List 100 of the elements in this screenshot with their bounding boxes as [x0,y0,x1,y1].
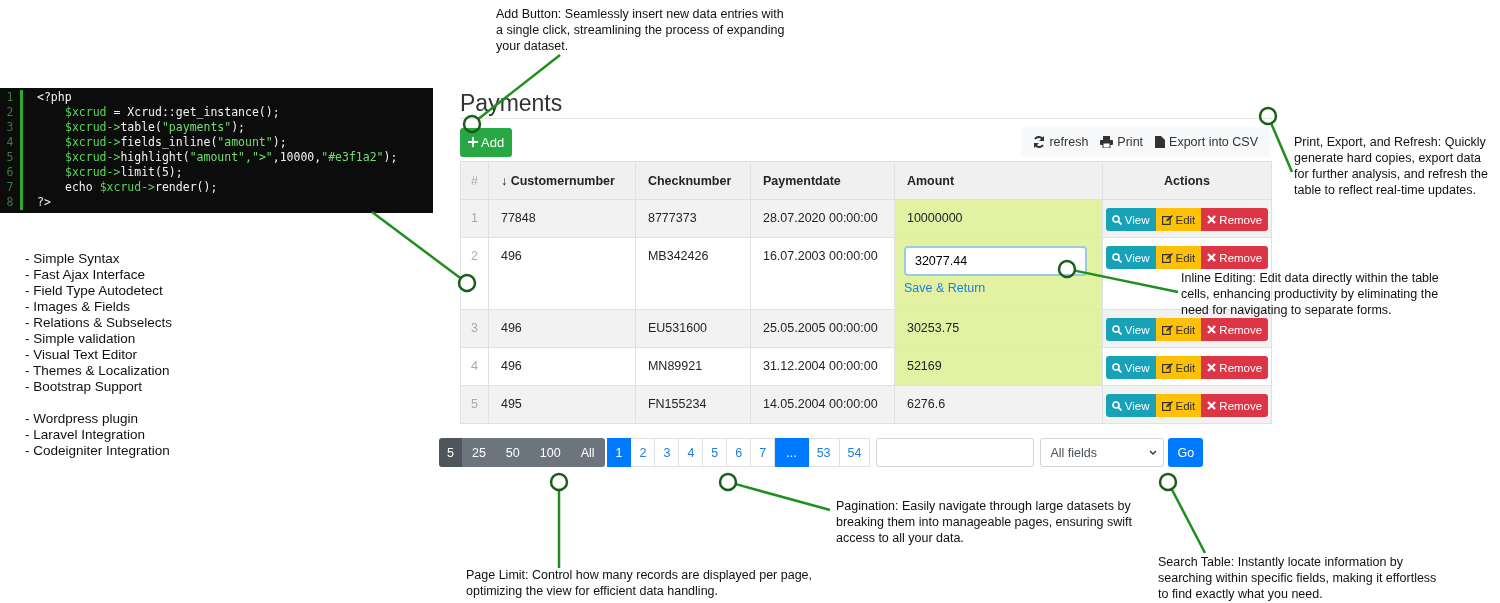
table-cell: 28.07.2020 00:00:00 [750,199,895,238]
refresh-icon [1033,136,1046,148]
save-link[interactable]: Save & Return [903,279,1090,297]
page-button[interactable]: 6 [727,438,752,467]
column-header[interactable]: ↓ Customernumber [488,161,636,200]
feature-item: - Field Type Autodetect [25,283,164,299]
column-header: Checknumber [635,161,751,200]
line-number: 2 [0,105,23,120]
edit-icon [1161,362,1173,373]
page-button[interactable]: 7 [751,438,776,467]
remove-button[interactable]: Remove [1201,208,1269,231]
go-button[interactable]: Go [1168,438,1204,467]
line-number: 8 [0,195,23,210]
search-icon [1111,214,1122,225]
code-line: <?php [37,90,72,105]
search-field[interactable] [876,438,1035,467]
table-cell: MN89921 [635,347,751,386]
feature-item: - Themes & Localization [25,363,171,379]
edit-icon [1161,252,1173,263]
annotation-text: Pagination: Easily navigate through large datasets by breaking them into manageable pages, ensuring swift access to all your data. [836,498,1133,546]
toolbar-button[interactable]: Export into CSV [1149,135,1264,149]
column-header: Paymentdate [750,161,895,200]
page-button[interactable]: 54 [839,438,871,467]
annotation-text: Add Button: Seamlessly insert new data entries with a single click, streamlining the process of expanding your dataset. [496,6,786,54]
close-icon [1207,215,1217,224]
page-limit-button[interactable]: 50 [495,438,530,467]
page-limit-button[interactable]: 5 [439,438,462,467]
feature-item: - Fast Ajax Interface [25,267,147,283]
page-button[interactable]: 3 [655,438,680,467]
table-cell: 25.05.2005 00:00:00 [750,309,895,348]
code-line: $xcrud->highlight("amount",">",10000,"#e3f1a2"); [64,150,398,165]
code-line: $xcrud->limit(5); [64,165,183,180]
line-number: 4 [0,135,23,150]
page-button[interactable]: 2 [631,438,656,467]
file-icon [1155,136,1166,148]
edit-button[interactable]: Edit [1155,394,1202,417]
table-cell: 8777373 [635,199,751,238]
edit-button[interactable]: Edit [1155,246,1202,269]
edit-button[interactable]: Edit [1155,356,1202,379]
page-limit-button[interactable]: 100 [529,438,571,467]
table-cell: 31.12.2004 00:00:00 [750,347,895,386]
page-button[interactable]: ... [775,438,809,467]
plus-icon [468,137,478,147]
page-limit-button[interactable]: All [570,438,605,467]
edit-button[interactable]: Edit [1155,208,1202,231]
edit-icon [1161,400,1173,411]
table-cell: 10000000 [894,199,1103,238]
leader-line [1258,106,1294,173]
view-button[interactable]: View [1105,318,1156,341]
table-cell: EU531600 [635,309,751,348]
close-icon [1207,325,1217,334]
line-number: 3 [0,120,23,135]
page-button[interactable]: 1 [606,438,632,467]
edit-button[interactable]: Edit [1155,318,1202,341]
search-icon [1111,362,1122,373]
table-cell: 16.07.2003 00:00:00 [750,237,895,310]
annotation-text: Page Limit: Control how many records are displayed per page, optimizing the view for efficient data handling. [466,567,813,599]
line-number: 1 [0,90,23,105]
feature-item: - Codeigniter Integration [25,443,171,459]
feature-item: - Simple Syntax [25,251,121,267]
page-button[interactable]: 53 [808,438,840,467]
view-button[interactable]: View [1105,246,1156,269]
page-button[interactable]: 4 [679,438,704,467]
feature-item: - Wordpress plugin [25,411,140,427]
remove-button[interactable]: Remove [1201,394,1269,417]
view-button[interactable]: View [1105,394,1156,417]
view-button[interactable]: View [1105,356,1156,379]
column-header: Actions [1102,161,1272,200]
feature-item: - Simple validation [25,331,137,347]
table-cell: 5 [460,385,489,424]
search-icon [1111,252,1122,263]
field-select[interactable]: All fields [1040,438,1165,467]
code-line: $xcrud = Xcrud::get_instance(); [64,105,280,120]
table-cell: 14.05.2004 00:00:00 [750,385,895,424]
remove-button[interactable]: Remove [1201,318,1269,341]
search-icon [1111,400,1122,411]
remove-button[interactable]: Remove [1201,246,1269,269]
annotation-text: Inline Editing: Edit data directly within the table cells, enhancing productivity by eliminating the need for navigating to separate forms. [1181,270,1440,318]
table-cell: FN155234 [635,385,751,424]
table-cell: 3 [460,309,489,348]
table-cell: 496 [488,347,636,386]
amount-input[interactable]: 32077.44 [903,246,1087,276]
column-header: Amount [894,161,1103,200]
view-button[interactable]: View [1105,208,1156,231]
page-button[interactable]: 5 [703,438,728,467]
toolbar-button[interactable]: refresh [1027,135,1095,149]
add-button[interactable]: Add [460,127,513,157]
line-number: 5 [0,150,23,165]
toolbar-button[interactable]: Print [1094,135,1150,149]
close-icon [1207,253,1217,262]
table-cell: 6276.6 [894,385,1103,424]
feature-item: - Laravel Integration [25,427,147,443]
page-limit-button[interactable]: 25 [461,438,496,467]
table-cell: 495 [488,385,636,424]
table-cell: 2 [460,237,489,310]
table-cell: MB342426 [635,237,751,310]
close-icon [1207,363,1217,372]
feature-item: - Bootstrap Support [25,379,144,395]
remove-button[interactable]: Remove [1201,356,1269,379]
table-cell: 1 [460,199,489,238]
